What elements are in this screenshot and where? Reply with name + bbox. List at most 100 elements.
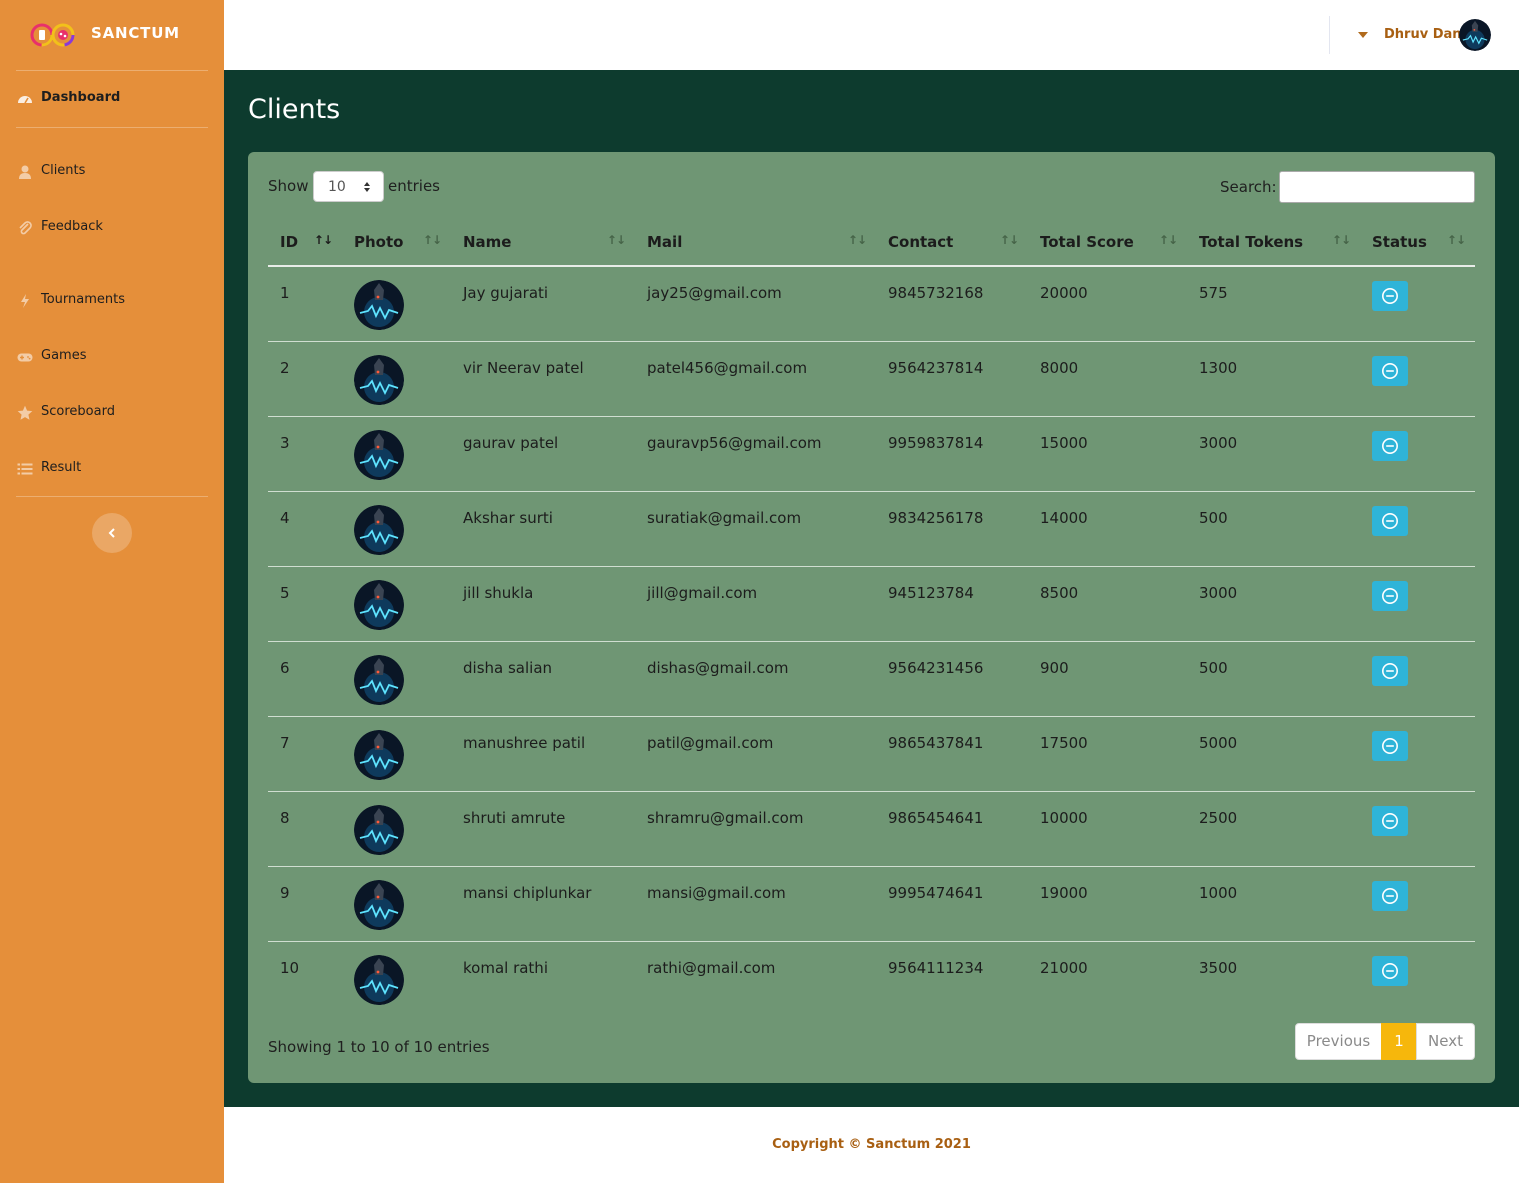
column-header-photo[interactable]: Photo ↑↓	[342, 218, 451, 267]
column-header-label: Name	[463, 232, 512, 251]
status-toggle-button[interactable]	[1372, 580, 1408, 611]
table-row: 1 Jay gujarati jay25@gmail.com 9845732168 20…	[268, 266, 1475, 342]
topbar: Dhruv Dani	[224, 0, 1519, 70]
cell-contact: 9959837814	[876, 416, 1028, 492]
footer: Copyright © Sanctum 2021	[224, 1107, 1519, 1183]
cell-total-score: 14000	[1028, 491, 1187, 567]
next-page-button[interactable]: Next	[1416, 1023, 1475, 1060]
client-photo	[354, 280, 404, 330]
table-row: 3 gaurav patel gauravp56@gmail.com 99598378…	[268, 416, 1475, 492]
column-header-id[interactable]: ID ↑↓	[268, 218, 342, 267]
status-toggle-button[interactable]	[1372, 730, 1408, 761]
cell-photo	[342, 641, 451, 717]
cell-mail: jill@gmail.com	[635, 566, 876, 642]
cell-contact: 945123784	[876, 566, 1028, 642]
sort-icon: ↑↓	[1331, 233, 1351, 247]
minus-circle-icon	[1382, 437, 1398, 454]
sidebar-item-result[interactable]: Result	[0, 449, 224, 489]
sort-icon: ↑↓	[606, 233, 626, 247]
sidebar-item-feedback[interactable]: Feedback	[0, 208, 224, 248]
previous-page-button[interactable]: Previous	[1295, 1023, 1382, 1060]
cell-total-tokens: 2500	[1187, 791, 1360, 867]
client-photo	[354, 579, 404, 630]
page-1-button[interactable]: 1	[1381, 1023, 1417, 1060]
cell-total-tokens: 500	[1187, 641, 1360, 717]
entries-label: entries	[388, 177, 440, 195]
user-name: Dhruv Dani	[1384, 27, 1466, 42]
cell-total-tokens: 575	[1187, 266, 1360, 342]
cell-status	[1360, 716, 1475, 792]
cell-photo	[342, 416, 451, 492]
cell-status	[1360, 866, 1475, 942]
column-header-mail[interactable]: Mail ↑↓	[635, 218, 876, 267]
cell-total-score: 8500	[1028, 566, 1187, 642]
column-header-label: Status	[1372, 232, 1427, 251]
status-toggle-button[interactable]	[1372, 355, 1408, 386]
cell-total-score: 20000	[1028, 266, 1187, 342]
status-toggle-button[interactable]	[1372, 880, 1408, 911]
cell-photo	[342, 566, 451, 642]
cell-contact: 9995474641	[876, 866, 1028, 942]
cell-status	[1360, 341, 1475, 417]
search-label: Search:	[1220, 178, 1277, 196]
column-header-name[interactable]: Name ↑↓	[451, 218, 635, 267]
pagination: Previous 1 Next	[1295, 1023, 1475, 1060]
avatar	[1459, 19, 1491, 51]
sidebar-item-clients[interactable]: Clients	[0, 152, 224, 192]
cell-contact: 9564231456	[876, 641, 1028, 717]
client-photo	[354, 954, 404, 1005]
sidebar-item-label: Tournaments	[41, 292, 126, 307]
search-input[interactable]	[1279, 171, 1475, 203]
cell-total-score: 8000	[1028, 341, 1187, 417]
cell-photo	[342, 866, 451, 942]
column-header-total-score[interactable]: Total Score ↑↓	[1028, 218, 1187, 267]
sidebar-item-label: Scoreboard	[41, 404, 115, 419]
status-toggle-button[interactable]	[1372, 281, 1408, 311]
cell-photo	[342, 791, 451, 867]
sort-icon: ↑↓	[1158, 233, 1178, 247]
cell-mail: jay25@gmail.com	[635, 266, 876, 342]
sidebar-item-games[interactable]: Games	[0, 337, 224, 377]
sidebar-item-tournaments[interactable]: Tournaments	[0, 281, 224, 321]
cell-id: 6	[268, 641, 342, 717]
client-photo	[354, 354, 404, 405]
column-header-status[interactable]: Status ↑↓	[1360, 218, 1475, 267]
column-header-total-tokens[interactable]: Total Tokens ↑↓	[1187, 218, 1360, 267]
cell-status	[1360, 941, 1475, 1016]
status-toggle-button[interactable]	[1372, 805, 1408, 836]
cell-name: Jay gujarati	[451, 266, 635, 342]
cell-name: jill shukla	[451, 566, 635, 642]
cell-mail: rathi@gmail.com	[647, 958, 776, 977]
status-toggle-button[interactable]	[1372, 955, 1408, 986]
column-header-label: Total Tokens	[1199, 232, 1304, 251]
cell-contact: 9564237814	[876, 341, 1028, 417]
cell-total-score: 21000	[1040, 958, 1088, 977]
column-header-contact[interactable]: Contact ↑↓	[876, 218, 1028, 267]
column-header-label: Contact	[888, 232, 954, 251]
cell-mail: gauravp56@gmail.com	[635, 416, 876, 492]
status-toggle-button[interactable]	[1372, 655, 1408, 686]
status-toggle-button[interactable]	[1372, 505, 1408, 536]
minus-circle-icon	[1382, 362, 1398, 379]
main-content: Clients Show 10 entries Search: ID ↑↓ Ph…	[224, 70, 1519, 1107]
table-row: 2 vir Neerav patel patel456@gmail.com 95642…	[268, 341, 1475, 417]
cell-total-tokens: 3000	[1187, 566, 1360, 642]
sidebar-toggle-button[interactable]	[92, 513, 132, 553]
cell-name: disha salian	[451, 641, 635, 717]
page-length-select[interactable]: 10	[313, 171, 384, 202]
user-menu[interactable]: Dhruv Dani	[1354, 18, 1494, 52]
cell-id: 7	[268, 716, 342, 792]
cell-id: 1	[268, 266, 342, 342]
cell-total-tokens: 5000	[1187, 716, 1360, 792]
sort-asc-icon: ↑↓	[313, 233, 333, 247]
cell-photo	[342, 341, 451, 417]
status-toggle-button[interactable]	[1372, 430, 1408, 461]
sidebar-item-dashboard[interactable]: Dashboard	[0, 79, 224, 119]
sidebar-item-label: Feedback	[41, 219, 103, 234]
cell-total-tokens: 3500	[1199, 958, 1238, 977]
cell-photo	[342, 941, 451, 1016]
list-icon	[17, 463, 33, 475]
cell-total-tokens: 1000	[1187, 866, 1360, 942]
brand[interactable]: SANCTUM	[0, 0, 224, 70]
sidebar-item-scoreboard[interactable]: Scoreboard	[0, 393, 224, 433]
